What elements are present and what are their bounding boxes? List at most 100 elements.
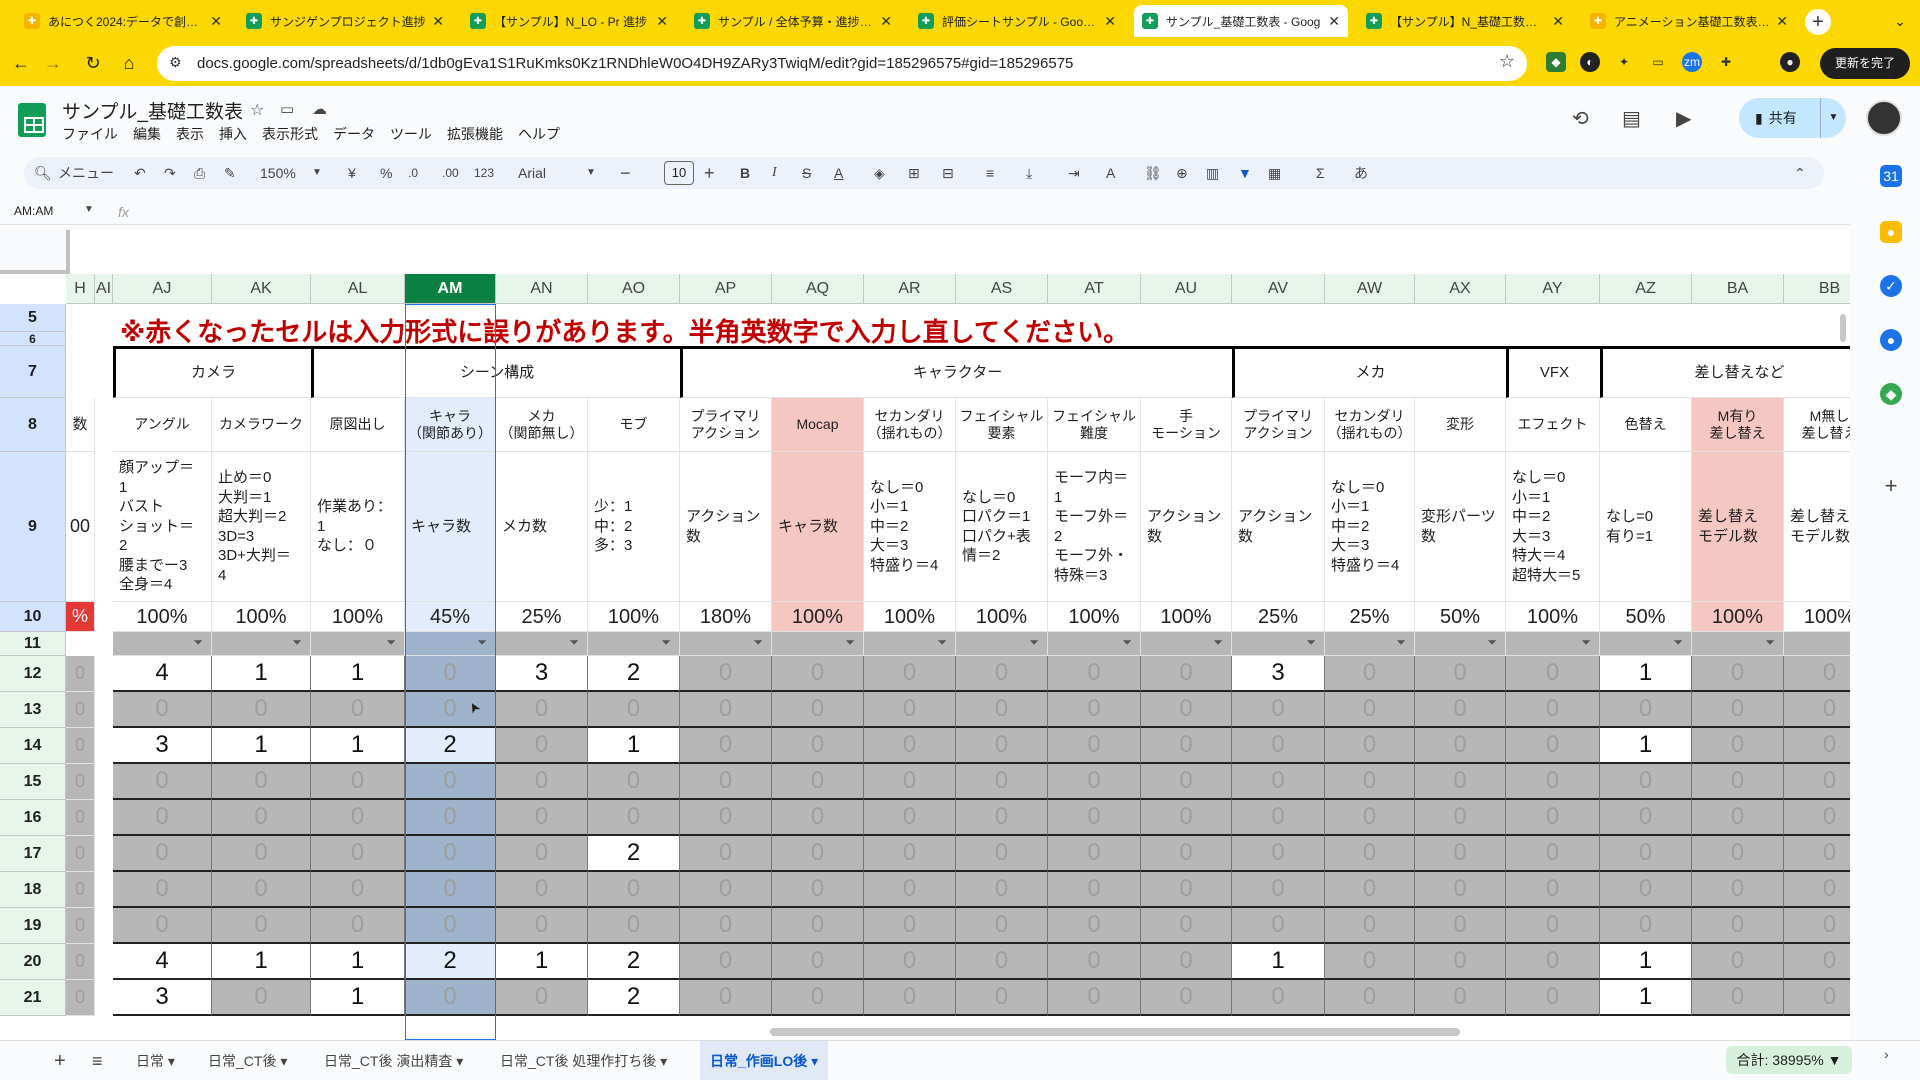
data-cell[interactable]: 3 bbox=[113, 728, 212, 764]
weight-percent[interactable]: 100% bbox=[772, 602, 864, 632]
data-cell[interactable]: 0 bbox=[864, 692, 956, 728]
sheet-tab[interactable]: 日常_CT後 演出精査 ▾ bbox=[324, 1041, 463, 1080]
data-cell[interactable]: 0 bbox=[1600, 872, 1692, 908]
close-tab-icon[interactable]: ✕ bbox=[656, 13, 668, 30]
data-cell[interactable]: 0 bbox=[956, 872, 1048, 908]
filter-cell[interactable]: ⏷ bbox=[680, 632, 772, 656]
data-cell[interactable]: 0 bbox=[496, 764, 588, 800]
data-cell[interactable]: 0 bbox=[405, 656, 496, 692]
data-cell[interactable]: 0 bbox=[212, 800, 311, 836]
data-cell[interactable]: 0 bbox=[680, 980, 772, 1016]
filter-cell[interactable]: ⏷ bbox=[1415, 632, 1506, 656]
data-cell[interactable]: 0 bbox=[864, 800, 956, 836]
filter-cell[interactable]: ⏷ bbox=[496, 632, 588, 656]
row-header[interactable]: 9 bbox=[0, 452, 66, 602]
print-icon[interactable]: ⎙ bbox=[194, 157, 205, 189]
data-cell[interactable]: 0 bbox=[956, 908, 1048, 944]
sheet-tab[interactable]: 日常_作画LO後 ▾ bbox=[700, 1041, 829, 1080]
weight-percent[interactable]: 100% bbox=[1784, 602, 1850, 632]
data-cell[interactable]: 0 bbox=[864, 908, 956, 944]
comments-icon[interactable]: ▤ bbox=[1622, 106, 1641, 131]
browser-tab[interactable]: ✚ サンプル / 全体予算・進捗 - … ✕ bbox=[686, 5, 900, 37]
text-color-icon[interactable]: A bbox=[834, 157, 843, 189]
weight-percent[interactable]: 100% bbox=[864, 602, 956, 632]
data-cell[interactable]: 0 bbox=[1325, 800, 1415, 836]
data-cell[interactable]: 0 bbox=[680, 872, 772, 908]
data-cell[interactable]: 0 bbox=[1325, 944, 1415, 980]
data-cell[interactable]: 2 bbox=[588, 836, 680, 872]
sheet-tab[interactable]: 日常 ▾ bbox=[136, 1041, 175, 1080]
name-box-chevron-icon[interactable]: ▼ bbox=[84, 204, 94, 215]
data-cell[interactable]: 0 bbox=[405, 764, 496, 800]
partial-cell[interactable]: 00 bbox=[66, 452, 95, 602]
meet-camera-icon[interactable]: ▶ bbox=[1676, 106, 1691, 131]
close-tab-icon[interactable]: ✕ bbox=[1328, 13, 1340, 30]
version-history-icon[interactable]: ⟲ bbox=[1572, 106, 1589, 131]
data-cell[interactable]: 0 bbox=[1600, 836, 1692, 872]
data-cell[interactable]: 1 bbox=[1600, 656, 1692, 692]
partial-cell[interactable]: 0 bbox=[66, 764, 95, 800]
merge-cells-icon[interactable]: ⊟ bbox=[942, 157, 954, 189]
percent-format-button[interactable]: % bbox=[380, 157, 392, 189]
decrease-decimal-button[interactable]: .0 bbox=[408, 157, 418, 189]
select-all-corner[interactable] bbox=[0, 230, 70, 274]
weight-percent[interactable]: 100% bbox=[212, 602, 311, 632]
data-cell[interactable]: 0 bbox=[1048, 908, 1141, 944]
sheet-tab[interactable]: 日常_CT後 処理作打ち後 ▾ bbox=[500, 1041, 667, 1080]
sheet-tab-chevron-icon[interactable]: ▾ bbox=[164, 1053, 175, 1069]
filter-icon[interactable]: ⏷ bbox=[1673, 635, 1683, 650]
data-cell[interactable]: 0 bbox=[311, 800, 405, 836]
data-cell[interactable]: 0 bbox=[1692, 944, 1784, 980]
data-cell[interactable]: 0 bbox=[588, 800, 680, 836]
row-header[interactable]: 13 bbox=[0, 692, 66, 728]
column-header[interactable]: AS bbox=[956, 274, 1048, 304]
functions-sigma-icon[interactable]: Σ bbox=[1316, 157, 1325, 189]
sum-indicator[interactable]: 合計: 38995% ▼ bbox=[1726, 1046, 1852, 1074]
data-cell[interactable]: 0 bbox=[1506, 692, 1600, 728]
data-cell[interactable]: 0 bbox=[1784, 908, 1850, 944]
column-header[interactable]: AT bbox=[1048, 274, 1141, 304]
data-cell[interactable]: 0 bbox=[496, 728, 588, 764]
row-header[interactable]: 21 bbox=[0, 980, 66, 1016]
weight-percent[interactable]: 25% bbox=[1232, 602, 1325, 632]
column-header[interactable]: AN bbox=[496, 274, 588, 304]
data-cell[interactable]: 0 bbox=[1784, 764, 1850, 800]
data-cell[interactable]: 0 bbox=[1506, 800, 1600, 836]
data-cell[interactable]: 0 bbox=[588, 764, 680, 800]
update-button[interactable]: 更新を完了 bbox=[1820, 48, 1910, 79]
data-cell[interactable]: 0 bbox=[956, 980, 1048, 1016]
filter-icon[interactable]: ⏷ bbox=[753, 635, 763, 650]
vertical-scrollbar[interactable] bbox=[1840, 314, 1846, 342]
weight-percent[interactable]: 100% bbox=[311, 602, 405, 632]
data-cell[interactable]: 0 bbox=[1141, 944, 1232, 980]
data-cell[interactable]: 0 bbox=[1784, 656, 1850, 692]
data-cell[interactable]: 0 bbox=[1415, 944, 1506, 980]
data-cell[interactable]: 0 bbox=[1784, 836, 1850, 872]
data-cell[interactable]: 0 bbox=[1415, 908, 1506, 944]
sheet-tab[interactable]: 日常_CT後 ▾ bbox=[208, 1041, 287, 1080]
data-cell[interactable]: 0 bbox=[1506, 908, 1600, 944]
data-cell[interactable]: 0 bbox=[1141, 728, 1232, 764]
filter-icon[interactable]: ⏷ bbox=[1122, 635, 1132, 650]
increase-decimal-button[interactable]: .00 bbox=[442, 157, 459, 189]
data-cell[interactable]: 0 bbox=[1048, 980, 1141, 1016]
tab-search-chevron-icon[interactable]: ⌄ bbox=[1887, 8, 1913, 34]
data-cell[interactable]: 0 bbox=[212, 692, 311, 728]
filter-icon[interactable]: ⏷ bbox=[845, 635, 855, 650]
data-cell[interactable]: 0 bbox=[1048, 944, 1141, 980]
filter-cell[interactable]: ⏷ bbox=[864, 632, 956, 656]
filter-cell[interactable]: ⏷ bbox=[1600, 632, 1692, 656]
data-cell[interactable]: 1 bbox=[1600, 944, 1692, 980]
profile-avatar[interactable]: ● bbox=[1780, 52, 1800, 72]
data-cell[interactable]: 0 bbox=[864, 944, 956, 980]
data-cell[interactable]: 0 bbox=[1232, 836, 1325, 872]
column-header[interactable]: BB bbox=[1784, 274, 1850, 304]
data-cell[interactable]: 0 bbox=[1325, 908, 1415, 944]
row-header[interactable]: 18 bbox=[0, 872, 66, 908]
data-cell[interactable]: 0 bbox=[772, 656, 864, 692]
partial-cell[interactable]: 0 bbox=[66, 872, 95, 908]
filter-cell[interactable]: ⏷ bbox=[1784, 632, 1850, 656]
row-header[interactable]: 5 bbox=[0, 304, 66, 332]
data-cell[interactable]: 0 bbox=[956, 728, 1048, 764]
filter-cell[interactable]: ⏷ bbox=[212, 632, 311, 656]
